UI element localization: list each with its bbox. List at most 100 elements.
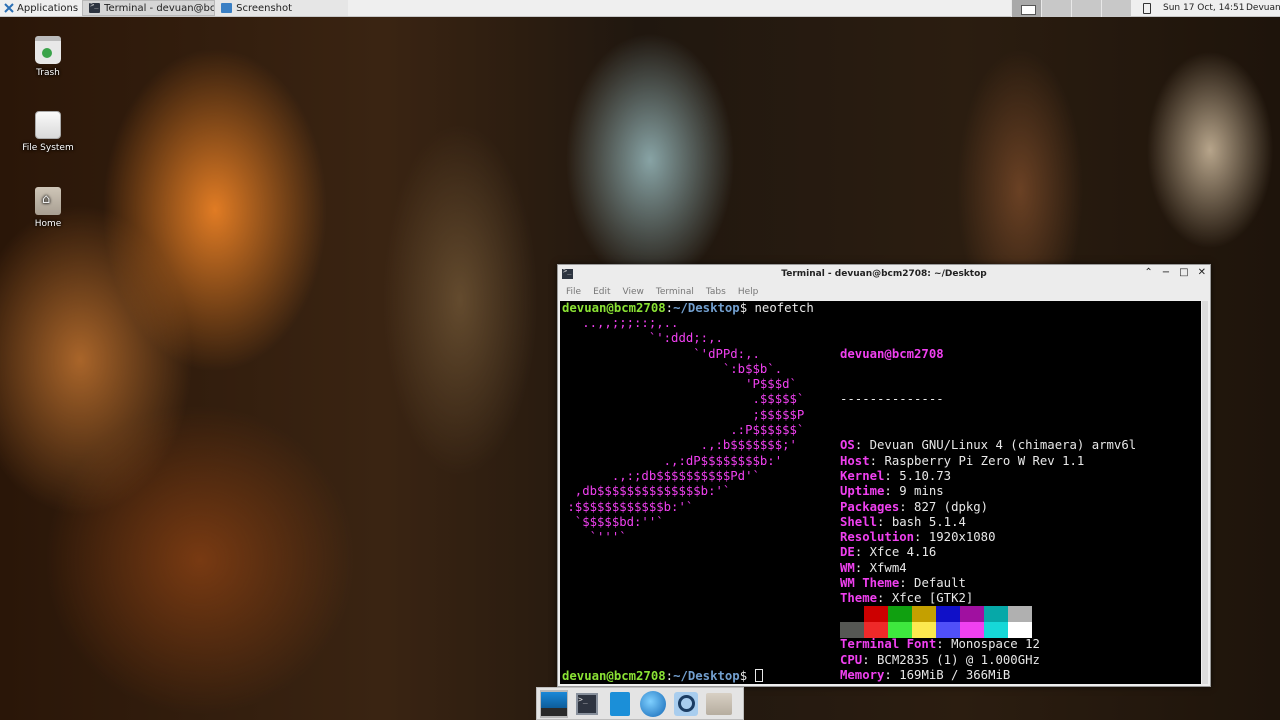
color-swatch (888, 606, 912, 622)
logo-line: 'P$$$d` (560, 377, 797, 392)
panel-clock[interactable]: Sun 17 Oct, 14:51 (1163, 3, 1245, 13)
color-swatch (984, 606, 1008, 622)
info-separator: -------------- (840, 392, 944, 407)
info-key: Theme (840, 591, 878, 606)
workspace-1[interactable] (1011, 0, 1041, 17)
info-row: Packages: 827 (dpkg) (840, 500, 1136, 515)
minimize-button[interactable]: − (1162, 267, 1170, 278)
logo-line: `'''` (560, 530, 627, 545)
logo-line: `:b$$b`. (560, 361, 783, 376)
info-key: WM (840, 560, 855, 575)
dock-folder[interactable] (705, 690, 733, 718)
info-colon: : (854, 545, 870, 560)
logo-line: `':ddd;:,. (560, 331, 723, 346)
color-swatch (984, 622, 1008, 638)
screenshot-icon (221, 3, 233, 13)
menu-file[interactable]: File (566, 287, 581, 297)
info-value: Xfwm4 (869, 560, 907, 575)
typed-command: neofetch (747, 301, 814, 315)
color-swatch (960, 622, 984, 638)
web-browser-icon (640, 690, 666, 717)
dock: >_ (536, 687, 744, 720)
color-palette (840, 606, 1032, 638)
info-row: WM Theme: Default (840, 576, 1136, 591)
menu-help[interactable]: Help (738, 287, 759, 297)
info-row: Uptime: 9 mins (840, 484, 1136, 499)
workspace-4[interactable] (1101, 0, 1131, 17)
prompt-path: ~/Desktop (673, 669, 740, 683)
dock-web-browser[interactable] (639, 690, 667, 718)
power-icon[interactable] (1143, 3, 1151, 14)
info-value: Xfce 4.16 (869, 545, 937, 560)
close-button[interactable]: ✕ (1198, 267, 1206, 278)
logo-line: ..,,;;;::;,.. (560, 316, 679, 330)
logo-line: ,db$$$$$$$$$$$$$$b:'` (560, 484, 731, 499)
workspace-switcher (1011, 0, 1131, 17)
logo-line: .:P$$$$$$` (560, 423, 805, 438)
info-colon: : (884, 468, 900, 483)
prompt-user-host: devuan@bcm2708 (562, 301, 666, 315)
info-key: Memory (840, 667, 885, 682)
dock-app-finder[interactable] (672, 690, 700, 718)
info-colon: : (914, 530, 929, 545)
desktop-icon-home[interactable]: Home (13, 187, 83, 229)
info-key: Packages (840, 499, 900, 514)
window-title: Terminal - devuan@bcm2708: ~/Desktop (781, 269, 987, 279)
dock-show-desktop[interactable] (540, 689, 568, 718)
workspace-2[interactable] (1041, 0, 1071, 17)
info-value: Monospace 12 (951, 637, 1040, 652)
menu-tabs[interactable]: Tabs (706, 287, 726, 297)
shade-button[interactable]: ⌃ (1144, 267, 1152, 278)
file-manager-icon (610, 691, 630, 716)
color-swatch (1008, 606, 1032, 622)
info-value: Raspberry Pi Zero W Rev 1.1 (884, 453, 1085, 468)
maximize-button[interactable]: □ (1179, 267, 1188, 278)
info-key: Shell (840, 514, 878, 529)
taskbar-item-screenshot[interactable]: Screenshot (215, 0, 349, 16)
logo-line: :$$$$$$$$$$$$b:'` (560, 499, 694, 514)
trash-icon (35, 36, 61, 64)
menu-edit[interactable]: Edit (593, 287, 610, 297)
info-value: 9 mins (899, 484, 944, 499)
dock-terminal[interactable]: >_ (573, 690, 601, 718)
info-row: Host: Raspberry Pi Zero W Rev 1.1 (840, 454, 1136, 469)
info-row: Resolution: 1920x1080 (840, 530, 1136, 545)
info-key: Host (840, 453, 870, 468)
terminal-output[interactable]: devuan@bcm2708:~/Desktop$ neofetch ..,,;… (560, 301, 1201, 684)
menu-bar: File Edit View Terminal Tabs Help (558, 283, 1210, 300)
prompt-user-host: devuan@bcm2708 (562, 669, 666, 683)
desktop-icon-file-system[interactable]: File System (13, 111, 83, 153)
desktop-icon-label: File System (22, 143, 74, 153)
color-swatch (936, 622, 960, 638)
info-value: BCM2835 (1) @ 1.000GHz (877, 652, 1040, 667)
scrollbar[interactable] (1202, 301, 1208, 684)
info-colon: : (936, 637, 952, 652)
menu-view[interactable]: View (623, 287, 644, 297)
info-key: CPU (840, 652, 863, 667)
folder-icon (706, 692, 732, 715)
home-folder-icon (35, 187, 61, 215)
menu-terminal[interactable]: Terminal (656, 287, 694, 297)
workspace-3[interactable] (1071, 0, 1101, 17)
info-user-host: devuan@bcm2708 (840, 346, 944, 361)
info-key: DE (840, 545, 855, 560)
info-value: 5.10.73 (899, 468, 952, 483)
desktop-icon-trash[interactable]: Trash (13, 36, 83, 78)
info-row: DE: Xfce 4.16 (840, 545, 1136, 560)
color-swatch (912, 622, 936, 638)
title-bar[interactable]: Terminal - devuan@bcm2708: ~/Desktop ⌃ −… (558, 265, 1210, 283)
devuan-ascii-logo: ..,,;;;::;,.. `':ddd;:,. `'dPPd:,. `:b$$… (560, 316, 804, 545)
info-colon: : (854, 560, 870, 575)
dock-file-manager[interactable] (606, 690, 634, 718)
applications-menu-button[interactable]: Applications (0, 0, 82, 17)
app-finder-icon (674, 691, 698, 716)
info-value: 1920x1080 (928, 530, 996, 545)
text-cursor (754, 669, 763, 682)
info-value: bash 5.1.4 (891, 514, 966, 529)
info-colon: : (877, 514, 892, 529)
user-menu[interactable]: Devuan (1246, 3, 1280, 13)
info-row: Memory: 169MiB / 366MiB (840, 668, 1136, 683)
taskbar-item-terminal[interactable]: Terminal - devuan@bc... (82, 0, 216, 16)
logo-line: .,:dP$$$$$$$$b:' (560, 453, 783, 468)
info-colon: : (862, 652, 878, 667)
